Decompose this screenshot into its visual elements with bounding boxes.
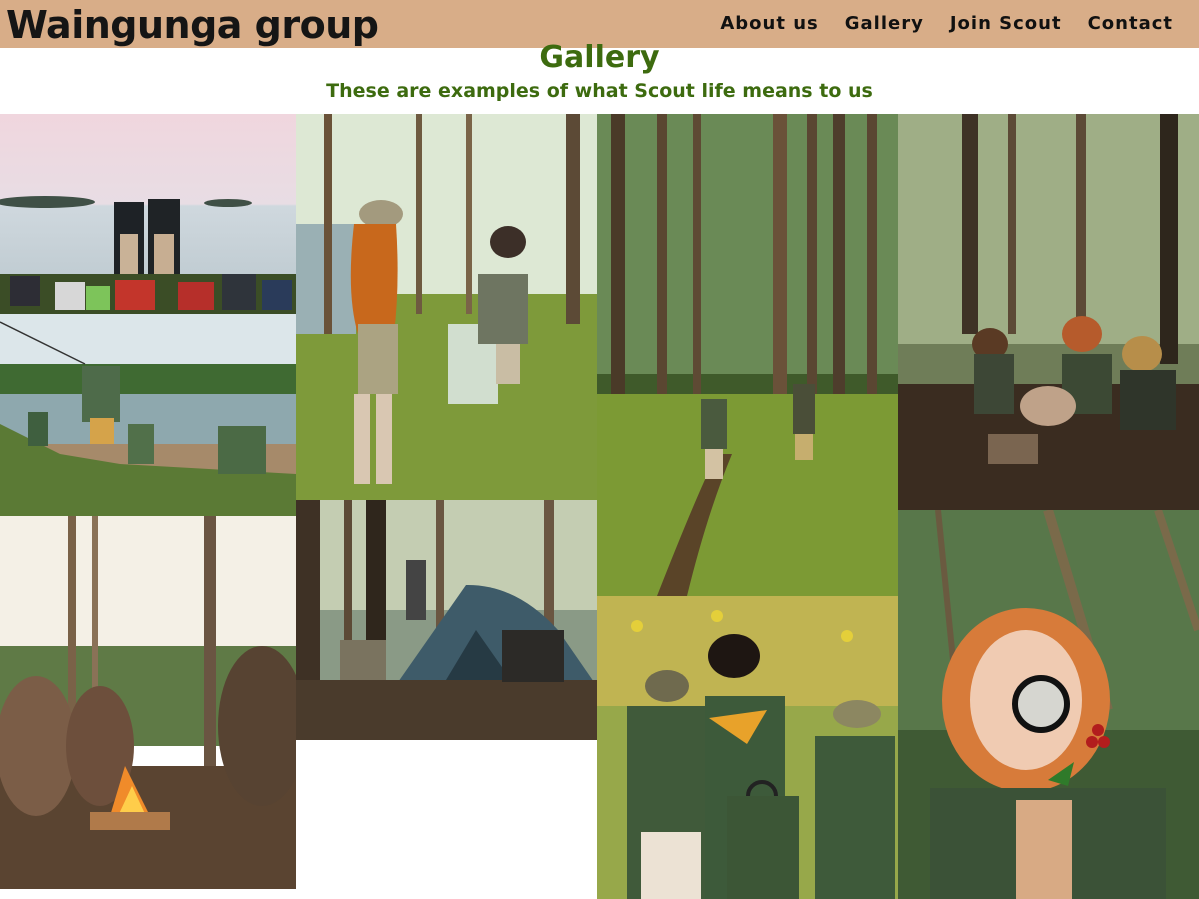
gallery-photo-forest-water-bag (296, 114, 597, 500)
nav-link-contact[interactable]: Contact (1088, 10, 1173, 38)
gallery-photo-campfire (0, 516, 296, 889)
nav-link-about-us[interactable]: About us (720, 10, 818, 38)
gallery-subtitle: These are examples of what Scout life me… (326, 80, 873, 102)
gallery-photo-tent-setup (296, 500, 597, 740)
gallery-photo-lake-backpacks (0, 114, 296, 314)
main-nav: About us Gallery Join Scout Contact (720, 10, 1173, 38)
gallery-photo-forest-trail (597, 114, 898, 596)
gallery-photo-scout-kids-magnifier (597, 596, 898, 899)
nav-link-gallery[interactable]: Gallery (845, 10, 924, 38)
gallery-photo-marshmallows (898, 114, 1199, 510)
gallery-title: Gallery (539, 40, 660, 75)
nav-link-join-scout[interactable]: Join Scout (950, 10, 1062, 38)
gallery-photo-fishing-lake (0, 314, 296, 516)
gallery-photo-girl-magnifier-berries (898, 510, 1199, 899)
